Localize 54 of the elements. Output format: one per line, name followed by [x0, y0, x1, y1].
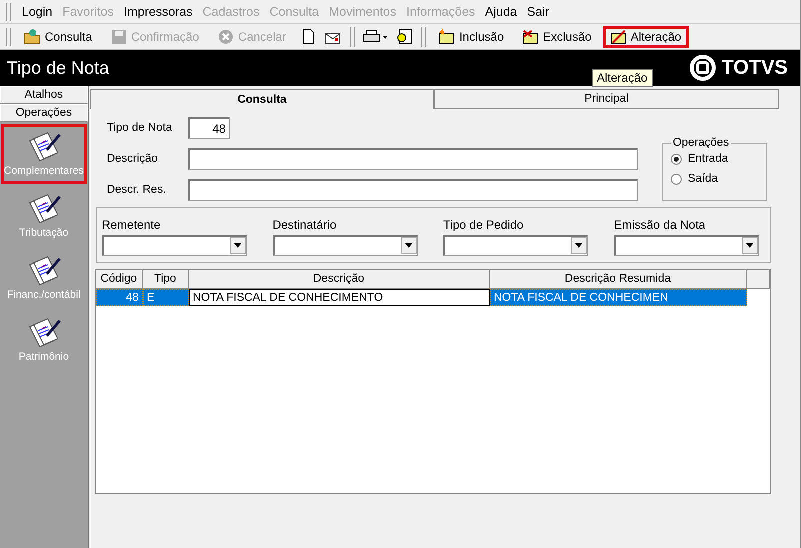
delete-record-icon [522, 28, 540, 44]
toolbar-button[interactable]: Consulta [17, 26, 100, 48]
dropdown-field[interactable] [443, 235, 588, 256]
field-label: Remetente [102, 218, 162, 232]
logo-icon [690, 55, 716, 81]
cancel-icon [217, 28, 236, 44]
radio-button[interactable] [670, 154, 682, 164]
toolbar-button[interactable]: Exclusão [515, 26, 599, 48]
toolbar-button[interactable]: Inclusão [431, 26, 512, 48]
field-label: Descr. Res. [106, 184, 168, 196]
menu-item[interactable]: Ajuda [480, 4, 522, 18]
menu-item[interactable]: Sair [522, 4, 554, 18]
dropdown-field[interactable] [102, 235, 247, 256]
radio-option[interactable]: Saída [670, 173, 758, 185]
caret-icon [404, 243, 413, 248]
field-label: Descrição [106, 153, 160, 165]
printer-icon [363, 28, 390, 44]
help-icon [395, 28, 414, 44]
dropdown-button[interactable] [400, 237, 417, 254]
field-label: Destinatário [272, 218, 338, 232]
dropdown-field[interactable] [272, 235, 418, 256]
table-cell[interactable]: NOTA FISCAL DE CONHECIMEN [490, 289, 747, 306]
dropdown-button[interactable] [571, 237, 588, 254]
caret-icon [746, 243, 754, 248]
add-record-icon [438, 28, 456, 44]
group-title: Operações [672, 137, 730, 149]
field-label: Tipo de Pedido [443, 218, 525, 232]
folder-icon [24, 28, 42, 44]
tooltip: Alteração [592, 69, 653, 87]
field-label: Emissão da Nota [614, 218, 707, 232]
field-label: Tipo de Nota [106, 122, 174, 134]
edit-record-icon [610, 28, 628, 44]
dropdown-button[interactable] [742, 237, 758, 254]
caret-icon [575, 243, 584, 248]
input-field[interactable] [188, 148, 638, 170]
radio-button[interactable] [670, 174, 682, 184]
sidebar-section-header[interactable]: Atalhos [0, 86, 88, 104]
input-field[interactable]: 48 [188, 117, 230, 139]
sidebar-section-header[interactable]: Operações [0, 104, 88, 122]
table-cell[interactable]: NOTA FISCAL DE CONHECIMENTO [188, 289, 490, 306]
input-field[interactable] [188, 179, 638, 201]
dropdown-field[interactable] [614, 235, 760, 256]
table-cell[interactable]: E [142, 289, 189, 306]
radio-option[interactable]: Entrada [670, 153, 758, 165]
tab[interactable]: Principal [434, 89, 779, 109]
menu-item[interactable]: Impressoras [119, 4, 198, 18]
caret-icon [234, 243, 242, 248]
toolbar-button[interactable]: Alteração [602, 26, 689, 48]
tab[interactable]: Consulta [90, 89, 434, 109]
table-cell[interactable]: 48 [96, 289, 143, 306]
menu-item[interactable]: Login [17, 4, 58, 18]
window-title: Tipo de Nota [7, 58, 110, 78]
logo-text: TOTVS [722, 56, 788, 80]
dropdown-button[interactable] [230, 237, 246, 254]
